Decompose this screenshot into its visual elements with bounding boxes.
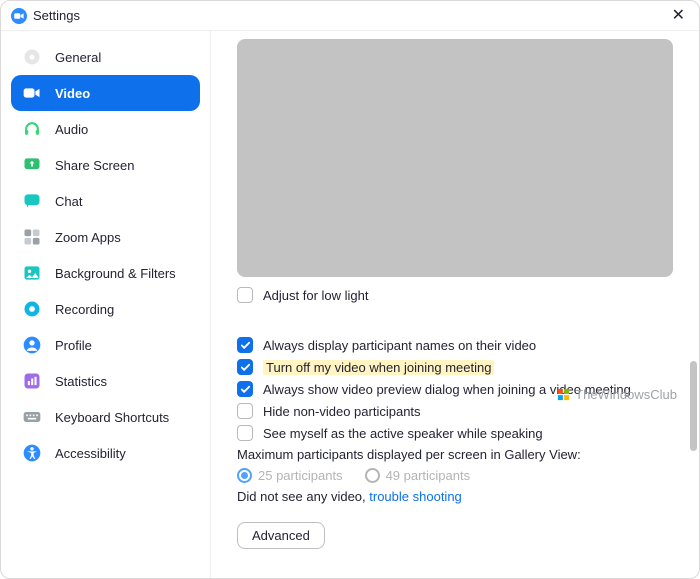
- sidebar-item-label: Chat: [55, 194, 82, 209]
- option-label: See myself as the active speaker while s…: [263, 426, 543, 441]
- max-participants-label: Maximum participants displayed per scree…: [237, 447, 673, 462]
- option-label: Maximum participants displayed per scree…: [237, 447, 581, 462]
- option-label: Hide non-video participants: [263, 404, 421, 419]
- checkbox-checked-icon[interactable]: [237, 381, 253, 397]
- checkbox-unchecked-icon[interactable]: [237, 287, 253, 303]
- option-label: Always display participant names on thei…: [263, 338, 536, 353]
- sidebar-item-background-filters[interactable]: Background & Filters: [11, 255, 200, 291]
- radio-selected-icon: [237, 468, 252, 483]
- sidebar-item-video[interactable]: Video: [11, 75, 200, 111]
- sidebar-item-recording[interactable]: Recording: [11, 291, 200, 327]
- watermark: TheWindowsClub: [556, 387, 677, 402]
- sidebar-item-label: Share Screen: [55, 158, 135, 173]
- video-preview: [237, 39, 673, 277]
- checkbox-checked-icon[interactable]: [237, 337, 253, 353]
- sidebar-item-label: Statistics: [55, 374, 107, 389]
- sidebar-item-label: General: [55, 50, 101, 65]
- radio-49-participants[interactable]: 49 participants: [365, 468, 471, 483]
- sidebar-item-label: Zoom Apps: [55, 230, 121, 245]
- sidebar-item-chat[interactable]: Chat: [11, 183, 200, 219]
- headphones-icon: [21, 118, 43, 140]
- option-label: Adjust for low light: [263, 288, 369, 303]
- window-title: Settings: [33, 8, 668, 23]
- close-button[interactable]: ✕: [668, 4, 689, 28]
- option-label: Turn off my video when joining meeting: [263, 360, 494, 375]
- video-icon: [21, 82, 43, 104]
- sidebar-item-statistics[interactable]: Statistics: [11, 363, 200, 399]
- recording-icon: [21, 298, 43, 320]
- background-icon: [21, 262, 43, 284]
- sidebar-item-zoom-apps[interactable]: Zoom Apps: [11, 219, 200, 255]
- sidebar-item-general[interactable]: General: [11, 39, 200, 75]
- radio-25-participants[interactable]: 25 participants: [237, 468, 343, 483]
- sidebar-item-label: Recording: [55, 302, 114, 317]
- sidebar-item-label: Keyboard Shortcuts: [55, 410, 169, 425]
- sidebar-item-share-screen[interactable]: Share Screen: [11, 147, 200, 183]
- share-screen-icon: [21, 154, 43, 176]
- gear-icon: [21, 46, 43, 68]
- radio-label: 25 participants: [258, 468, 343, 483]
- checkbox-unchecked-icon[interactable]: [237, 403, 253, 419]
- no-video-help: Did not see any video, trouble shooting: [237, 489, 673, 504]
- troubleshoot-link[interactable]: trouble shooting: [369, 489, 462, 504]
- option-turn-off-video[interactable]: Turn off my video when joining meeting: [237, 359, 673, 375]
- radio-unselected-icon: [365, 468, 380, 483]
- video-settings-panel: Adjust for low light Always display part…: [211, 31, 699, 578]
- option-hide-non-video[interactable]: Hide non-video participants: [237, 403, 673, 419]
- watermark-text: TheWindowsClub: [575, 387, 677, 402]
- apps-icon: [21, 226, 43, 248]
- profile-icon: [21, 334, 43, 356]
- statistics-icon: [21, 370, 43, 392]
- sidebar-item-audio[interactable]: Audio: [11, 111, 200, 147]
- sidebar-item-label: Video: [55, 86, 90, 101]
- sidebar-item-accessibility[interactable]: Accessibility: [11, 435, 200, 471]
- settings-sidebar: General Video Audio Share Screen Chat: [1, 31, 211, 578]
- option-always-display-names[interactable]: Always display participant names on thei…: [237, 337, 673, 353]
- advanced-button[interactable]: Advanced: [237, 522, 325, 549]
- option-see-myself-active[interactable]: See myself as the active speaker while s…: [237, 425, 673, 441]
- sidebar-item-label: Audio: [55, 122, 88, 137]
- checkbox-checked-icon[interactable]: [237, 359, 253, 375]
- scrollbar-thumb[interactable]: [690, 361, 697, 451]
- sidebar-item-label: Background & Filters: [55, 266, 176, 281]
- chat-icon: [21, 190, 43, 212]
- checkbox-unchecked-icon[interactable]: [237, 425, 253, 441]
- keyboard-icon: [21, 406, 43, 428]
- sidebar-item-label: Profile: [55, 338, 92, 353]
- titlebar: Settings ✕: [1, 1, 699, 31]
- sidebar-item-profile[interactable]: Profile: [11, 327, 200, 363]
- app-icon: [11, 8, 27, 24]
- radio-label: 49 participants: [386, 468, 471, 483]
- sidebar-item-label: Accessibility: [55, 446, 126, 461]
- sidebar-item-keyboard-shortcuts[interactable]: Keyboard Shortcuts: [11, 399, 200, 435]
- option-adjust-low-light[interactable]: Adjust for low light: [237, 287, 673, 303]
- no-video-text: Did not see any video,: [237, 489, 366, 504]
- accessibility-icon: [21, 442, 43, 464]
